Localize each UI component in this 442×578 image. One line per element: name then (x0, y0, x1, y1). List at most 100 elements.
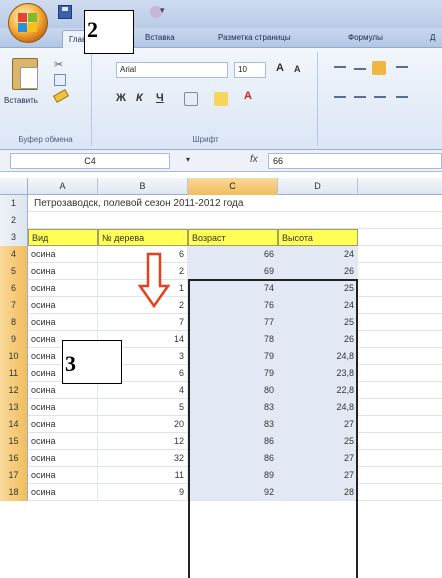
office-button[interactable] (8, 3, 48, 43)
cell-height[interactable]: 27 (278, 416, 358, 433)
bold-icon[interactable]: Ж (116, 92, 126, 104)
cell-age[interactable]: 83 (188, 416, 278, 433)
align-bottom-icon[interactable] (372, 61, 386, 75)
cell-age[interactable]: 77 (188, 314, 278, 331)
row-number[interactable]: 8 (0, 314, 28, 331)
header-species[interactable]: Вид (28, 229, 98, 246)
cell-height[interactable]: 24 (278, 246, 358, 263)
cell-species[interactable]: осина (28, 314, 98, 331)
cell-species[interactable]: осина (28, 399, 98, 416)
cell-height[interactable]: 24 (278, 297, 358, 314)
cell-species[interactable]: осина (28, 450, 98, 467)
cell-age[interactable]: 74 (188, 280, 278, 297)
row-number[interactable]: 7 (0, 297, 28, 314)
orientation-icon[interactable] (396, 66, 408, 68)
cell-age[interactable]: 80 (188, 382, 278, 399)
align-center-icon[interactable] (354, 96, 366, 98)
cell-age[interactable]: 92 (188, 484, 278, 501)
align-middle-icon[interactable] (354, 68, 366, 70)
tab-page-layout[interactable]: Разметка страницы (218, 33, 291, 42)
cell-height[interactable]: 24,8 (278, 399, 358, 416)
cell-age[interactable]: 83 (188, 399, 278, 416)
font-name-select[interactable]: Arial (116, 62, 228, 78)
cell-species[interactable]: осина (28, 467, 98, 484)
header-tree-number[interactable]: № дерева (98, 229, 188, 246)
cell-species[interactable]: осина (28, 382, 98, 399)
row-number[interactable]: 12 (0, 382, 28, 399)
cell-height[interactable]: 27 (278, 467, 358, 484)
row-number[interactable]: 3 (0, 229, 28, 246)
header-height[interactable]: Высота (278, 229, 358, 246)
cell-height[interactable]: 25 (278, 433, 358, 450)
row-number[interactable]: 6 (0, 280, 28, 297)
cell-species[interactable]: осина (28, 263, 98, 280)
name-box-dropdown-icon[interactable]: ▾ (186, 155, 190, 164)
row-number[interactable]: 18 (0, 484, 28, 501)
cell-species[interactable]: осина (28, 280, 98, 297)
cell-age[interactable]: 79 (188, 365, 278, 382)
row-number[interactable]: 1 (0, 195, 28, 212)
cell-tree-number[interactable]: 7 (98, 314, 188, 331)
align-top-icon[interactable] (334, 66, 346, 68)
cell-height[interactable]: 25 (278, 280, 358, 297)
paste-button[interactable]: Вставить (4, 96, 38, 105)
select-all-corner[interactable] (0, 178, 28, 195)
cell-age[interactable]: 86 (188, 450, 278, 467)
cell-species[interactable]: осина (28, 246, 98, 263)
cell-species[interactable]: осина (28, 433, 98, 450)
align-left-icon[interactable] (334, 96, 346, 98)
tab-data[interactable]: Д (430, 33, 435, 42)
cell-height[interactable]: 28 (278, 484, 358, 501)
cell-height[interactable]: 25 (278, 314, 358, 331)
cell-species[interactable]: осина (28, 416, 98, 433)
underline-icon[interactable]: Ч (156, 92, 164, 104)
cut-icon[interactable]: ✂ (54, 58, 63, 71)
row-number[interactable]: 2 (0, 212, 28, 229)
row-number[interactable]: 13 (0, 399, 28, 416)
cell-tree-number[interactable]: 11 (98, 467, 188, 484)
formula-input[interactable]: 66 (268, 153, 442, 169)
paste-icon[interactable] (12, 58, 38, 90)
cell-height[interactable]: 27 (278, 450, 358, 467)
cell-tree-number[interactable]: 12 (98, 433, 188, 450)
cell-height[interactable]: 24,8 (278, 348, 358, 365)
fx-icon[interactable]: fx (250, 154, 258, 165)
row-number[interactable]: 5 (0, 263, 28, 280)
format-painter-icon[interactable] (52, 89, 70, 103)
row-number[interactable]: 4 (0, 246, 28, 263)
font-color-icon[interactable]: A (244, 90, 252, 102)
tab-insert[interactable]: Вставка (145, 33, 175, 42)
cell-height[interactable]: 26 (278, 263, 358, 280)
cell-age[interactable]: 66 (188, 246, 278, 263)
cell-species[interactable]: осина (28, 484, 98, 501)
row-number[interactable]: 17 (0, 467, 28, 484)
cell-age[interactable]: 86 (188, 433, 278, 450)
save-icon[interactable] (58, 5, 72, 19)
cell-height[interactable]: 22,8 (278, 382, 358, 399)
header-age[interactable]: Возраст (188, 229, 278, 246)
cell-age[interactable]: 69 (188, 263, 278, 280)
row-number[interactable]: 15 (0, 433, 28, 450)
row-number[interactable]: 16 (0, 450, 28, 467)
row-number[interactable]: 11 (0, 365, 28, 382)
cell-height[interactable]: 26 (278, 331, 358, 348)
sheet-title[interactable]: Петрозаводск, полевой сезон 2011-2012 го… (34, 198, 243, 209)
column-header-b[interactable]: B (98, 178, 188, 195)
cell-age[interactable]: 78 (188, 331, 278, 348)
column-header-c[interactable]: C (188, 178, 278, 195)
row-number[interactable]: 14 (0, 416, 28, 433)
cell-age[interactable]: 76 (188, 297, 278, 314)
cell-age[interactable]: 79 (188, 348, 278, 365)
cell-species[interactable]: осина (28, 297, 98, 314)
indent-icon[interactable] (396, 96, 408, 98)
align-right-icon[interactable] (374, 96, 386, 98)
grow-font-icon[interactable]: A (276, 62, 284, 74)
italic-icon[interactable]: К (136, 92, 143, 104)
column-header-d[interactable]: D (278, 178, 358, 195)
cell-tree-number[interactable]: 32 (98, 450, 188, 467)
cell-height[interactable]: 23,8 (278, 365, 358, 382)
cell-tree-number[interactable]: 20 (98, 416, 188, 433)
qat-dropdown-icon[interactable]: ▾ (160, 5, 165, 16)
borders-icon[interactable] (184, 92, 198, 106)
row-number[interactable]: 10 (0, 348, 28, 365)
